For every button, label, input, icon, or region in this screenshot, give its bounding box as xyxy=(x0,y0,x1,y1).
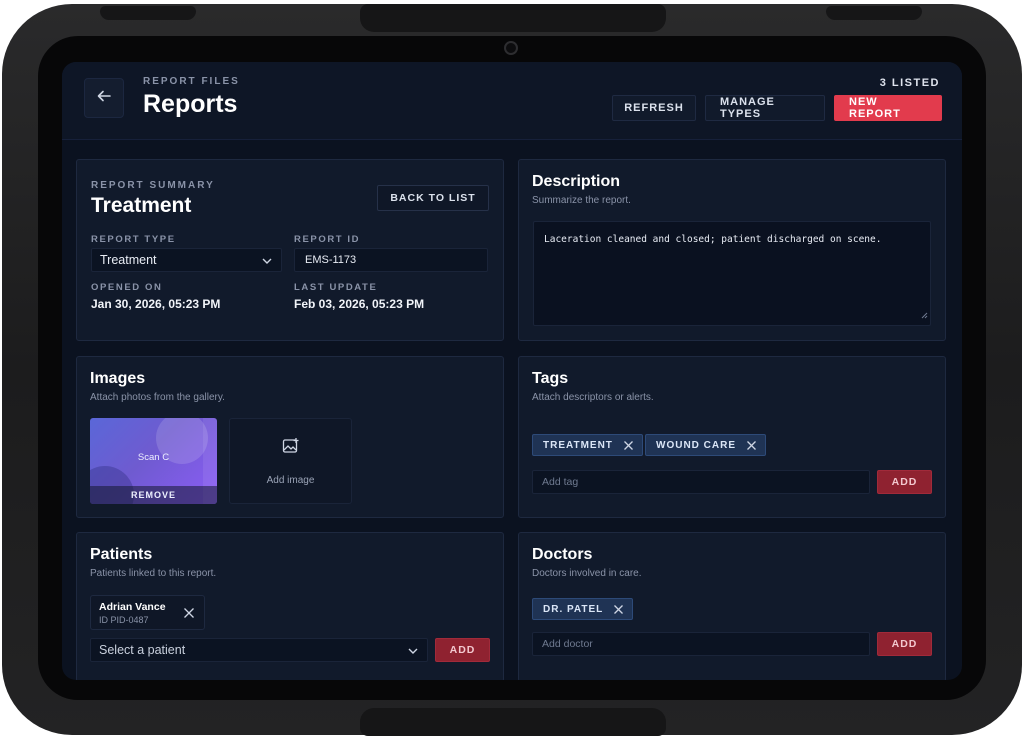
description-panel: Description Summarize the report. Lacera… xyxy=(518,159,946,341)
add-image-label: Add image xyxy=(266,475,315,486)
add-tag-input[interactable]: Add tag xyxy=(532,470,870,494)
app-header: REPORT FILES Reports 3 LISTED REFRESH MA… xyxy=(62,62,962,140)
tag-chip: TREATMENT xyxy=(532,434,643,456)
page-title: Reports xyxy=(143,90,238,118)
tag-label: WOUND CARE xyxy=(656,439,736,451)
doctor-label: DR. PATEL xyxy=(543,603,604,615)
resize-handle-icon[interactable] xyxy=(920,310,928,323)
refresh-button[interactable]: REFRESH xyxy=(612,95,696,121)
summary-eyebrow: REPORT SUMMARY xyxy=(91,180,215,191)
report-id-label: REPORT ID xyxy=(294,234,361,245)
patient-select[interactable]: Select a patient xyxy=(90,638,428,662)
report-id-field[interactable]: EMS-1173 xyxy=(294,248,488,272)
add-doctor-input[interactable]: Add doctor xyxy=(532,632,870,656)
camera-icon xyxy=(504,41,518,55)
remove-image-button[interactable]: REMOVE xyxy=(90,486,217,504)
chevron-down-icon xyxy=(261,255,273,270)
image-plus-icon xyxy=(282,437,300,460)
header-eyebrow: REPORT FILES xyxy=(143,76,240,87)
description-text: Laceration cleaned and closed; patient d… xyxy=(544,234,882,245)
add-image-button[interactable]: Add image xyxy=(229,418,352,504)
tags-title: Tags xyxy=(532,370,569,387)
tag-chip: WOUND CARE xyxy=(645,434,766,456)
description-title: Description xyxy=(532,173,621,190)
frame-bumper xyxy=(100,6,196,20)
report-summary-panel: REPORT SUMMARY Treatment BACK TO LIST RE… xyxy=(76,159,504,341)
close-icon[interactable] xyxy=(183,606,195,624)
patient-name: Adrian Vance xyxy=(99,601,166,613)
back-to-list-button[interactable]: BACK TO LIST xyxy=(377,185,489,211)
add-doctor-button[interactable]: ADD xyxy=(877,632,932,656)
image-label: Scan C xyxy=(137,452,170,463)
report-type-select[interactable]: Treatment xyxy=(91,248,282,272)
frame-bottom-bumper xyxy=(360,708,666,736)
tag-label: TREATMENT xyxy=(543,439,613,451)
close-icon[interactable] xyxy=(623,440,634,451)
report-type-value: Treatment xyxy=(100,253,157,267)
chevron-down-icon xyxy=(407,645,419,660)
patient-id: ID PID-0487 xyxy=(99,615,149,625)
image-thumbnail[interactable]: Scan C REMOVE xyxy=(90,418,217,504)
last-update-value: Feb 03, 2026, 05:23 PM xyxy=(294,297,425,311)
add-tag-button[interactable]: ADD xyxy=(877,470,932,494)
opened-on-label: OPENED ON xyxy=(91,282,163,293)
doctors-subtitle: Doctors involved in care. xyxy=(532,568,642,579)
add-patient-button[interactable]: ADD xyxy=(435,638,490,662)
images-panel: Images Attach photos from the gallery. S… xyxy=(76,356,504,518)
listed-count: 3 LISTED xyxy=(879,77,940,89)
patients-panel: Patients Patients linked to this report.… xyxy=(76,532,504,680)
close-icon[interactable] xyxy=(746,440,757,451)
arrow-left-icon xyxy=(96,88,112,109)
new-report-button[interactable]: NEW REPORT xyxy=(834,95,942,121)
opened-on-value: Jan 30, 2026, 05:23 PM xyxy=(91,297,221,311)
doctor-chip: DR. PATEL xyxy=(532,598,634,620)
patient-select-placeholder: Select a patient xyxy=(99,643,186,657)
report-type-label: REPORT TYPE xyxy=(91,234,176,245)
doctors-title: Doctors xyxy=(532,546,593,563)
back-button[interactable] xyxy=(84,78,124,118)
summary-title: Treatment xyxy=(91,194,192,217)
manage-types-button[interactable]: MANAGE TYPES xyxy=(705,95,825,121)
doctors-panel: Doctors Doctors involved in care. DR. PA… xyxy=(518,532,946,680)
description-subtitle: Summarize the report. xyxy=(532,195,631,206)
app-screen: REPORT FILES Reports 3 LISTED REFRESH MA… xyxy=(62,62,962,680)
patient-card: Adrian Vance ID PID-0487 xyxy=(90,595,205,630)
tags-subtitle: Attach descriptors or alerts. xyxy=(532,392,654,403)
tags-panel: Tags Attach descriptors or alerts. TREAT… xyxy=(518,356,946,518)
description-textarea[interactable]: Laceration cleaned and closed; patient d… xyxy=(533,221,931,326)
frame-top-button xyxy=(360,4,666,32)
last-update-label: LAST UPDATE xyxy=(294,282,378,293)
patients-title: Patients xyxy=(90,546,153,563)
close-icon[interactable] xyxy=(613,604,624,615)
frame-bumper xyxy=(826,6,922,20)
images-subtitle: Attach photos from the gallery. xyxy=(90,392,225,403)
images-title: Images xyxy=(90,370,146,387)
patients-subtitle: Patients linked to this report. xyxy=(90,568,217,579)
